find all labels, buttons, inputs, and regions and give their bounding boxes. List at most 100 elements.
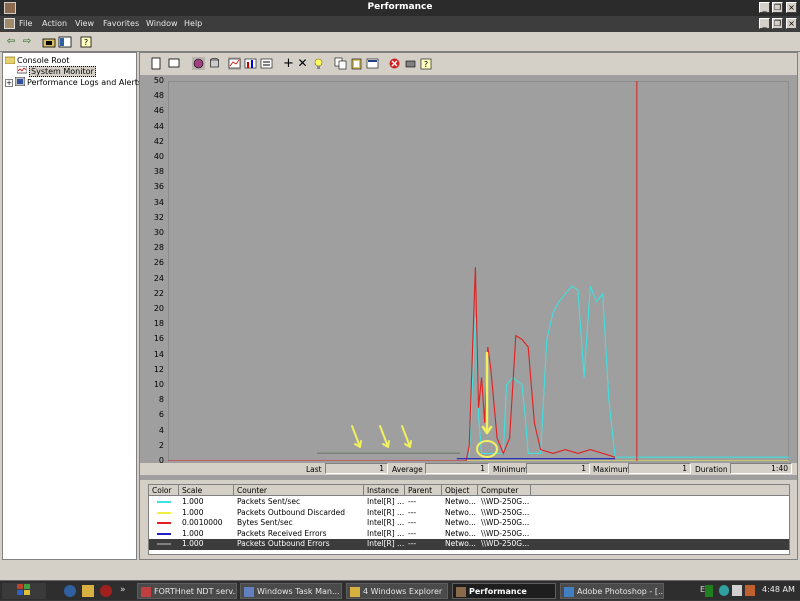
counter-row[interactable]: 1.000 Packets Received Errors Intel[R] ...… bbox=[149, 529, 789, 540]
tree-item-system-monitor[interactable]: System Monitor bbox=[16, 65, 96, 77]
clear-display-icon[interactable] bbox=[168, 57, 181, 70]
menu-window[interactable]: Window bbox=[146, 19, 178, 28]
table-header: Color Scale Counter Instance Parent Obje… bbox=[149, 485, 789, 496]
tree-label: Console Root bbox=[17, 56, 70, 65]
child-close-button[interactable]: × bbox=[786, 18, 797, 29]
cell-object: Netwo... bbox=[445, 539, 476, 548]
sm-help-icon[interactable]: ? bbox=[420, 57, 433, 70]
view-report-icon[interactable] bbox=[260, 57, 273, 70]
counter-row[interactable]: 1.000 Packets Outbound Errors Intel[R] ...… bbox=[149, 539, 789, 550]
annotation-marks bbox=[351, 351, 498, 458]
cell-instance: Intel[R] ... bbox=[367, 507, 405, 517]
tree-item-console-root[interactable]: Console Root bbox=[4, 55, 70, 66]
tray-app-icon-2[interactable] bbox=[745, 585, 755, 596]
chevron-right-icon[interactable]: » bbox=[120, 585, 132, 597]
taskbar: » FORTHnet NDT serv... Windows Task Man..… bbox=[0, 580, 800, 600]
counter-row[interactable]: 1.000 Packets Outbound Discarded Intel[R] … bbox=[149, 508, 789, 519]
close-button[interactable]: × bbox=[786, 2, 797, 13]
cell-object: Netwo... bbox=[445, 497, 476, 506]
highlight-icon[interactable] bbox=[312, 57, 325, 70]
start-button[interactable] bbox=[2, 583, 46, 599]
cell-instance: Intel[R] ... bbox=[367, 528, 405, 538]
y-tick-label: 48 bbox=[153, 91, 164, 101]
app-quicklaunch-icon[interactable] bbox=[100, 585, 112, 597]
column-header-parent[interactable]: Parent bbox=[405, 485, 442, 496]
duration-label: Duration bbox=[695, 465, 728, 474]
tree-item-performance-logs[interactable]: + Performance Logs and Alerts bbox=[5, 76, 143, 88]
properties-icon[interactable] bbox=[366, 57, 379, 70]
menu-view[interactable]: View bbox=[75, 19, 94, 28]
expand-icon[interactable]: + bbox=[5, 79, 13, 87]
y-tick-label: 4 bbox=[158, 425, 164, 435]
battery-icon[interactable] bbox=[705, 585, 713, 597]
color-swatch bbox=[157, 501, 171, 503]
taskbar-button[interactable]: Windows Task Man... bbox=[240, 583, 342, 599]
cell-computer: \\WD-250G... bbox=[481, 528, 530, 538]
menu-action[interactable]: Action bbox=[42, 19, 67, 28]
graph-area[interactable]: 50 48 46 44 42 40 38 36 34 32 30 28 26 24 22 20 18 16 14 12… bbox=[140, 75, 797, 480]
counter-row[interactable]: 0.0010000 Bytes Sent/sec Intel[R] ... --- Ne… bbox=[149, 518, 789, 529]
add-counter-icon[interactable]: + bbox=[282, 57, 295, 70]
tree-label: Performance Logs and Alerts bbox=[27, 78, 143, 87]
help-icon[interactable]: ? bbox=[80, 35, 94, 49]
cell-computer: \\WD-250G... bbox=[481, 507, 530, 517]
column-header-counter[interactable]: Counter bbox=[234, 485, 364, 496]
taskbar-button[interactable]: 4 Windows Explorer bbox=[346, 583, 448, 599]
restore-button[interactable]: ❐ bbox=[772, 2, 783, 13]
last-label: Last bbox=[306, 465, 322, 474]
network-icon[interactable] bbox=[719, 585, 729, 596]
copy-properties-icon[interactable] bbox=[334, 57, 347, 70]
y-tick-label: 24 bbox=[153, 273, 164, 283]
clock[interactable]: 4:48 AM bbox=[762, 585, 795, 594]
column-header-object[interactable]: Object bbox=[442, 485, 478, 496]
browser-quicklaunch-icon[interactable] bbox=[64, 585, 76, 597]
annotation-arrow-3 bbox=[401, 425, 412, 448]
delete-counter-icon[interactable]: ✕ bbox=[296, 57, 309, 70]
back-arrow-icon[interactable]: ⇦ bbox=[4, 35, 18, 49]
taskbar-button[interactable]: Performance bbox=[452, 583, 556, 599]
counter-row[interactable]: 1.000 Packets Sent/sec Intel[R] ... --- Netw… bbox=[149, 497, 789, 508]
minimize-button[interactable]: _ bbox=[759, 2, 770, 13]
column-header-scale[interactable]: Scale bbox=[179, 485, 234, 496]
column-header-computer[interactable]: Computer bbox=[478, 485, 531, 496]
view-histogram-icon[interactable] bbox=[244, 57, 257, 70]
tray-app-icon[interactable] bbox=[732, 585, 742, 596]
view-graph-icon[interactable] bbox=[228, 57, 241, 70]
y-tick-label: 50 bbox=[153, 76, 164, 85]
task-app-icon bbox=[350, 587, 360, 597]
forward-arrow-icon[interactable]: ⇨ bbox=[20, 35, 34, 49]
menu-help[interactable]: Help bbox=[184, 19, 202, 28]
column-header-instance[interactable]: Instance bbox=[364, 485, 405, 496]
show-hide-tree-icon[interactable] bbox=[58, 35, 72, 49]
y-tick-label: 40 bbox=[153, 152, 164, 161]
cell-parent: --- bbox=[408, 528, 417, 538]
title-bar[interactable]: Performance _ ❐ × bbox=[0, 0, 800, 16]
up-folder-icon[interactable] bbox=[42, 35, 56, 49]
child-minimize-button[interactable]: _ bbox=[759, 18, 770, 29]
freeze-display-icon[interactable] bbox=[388, 57, 401, 70]
child-restore-button[interactable]: ❐ bbox=[772, 18, 783, 29]
y-tick-label: 42 bbox=[153, 136, 164, 146]
column-header-color[interactable]: Color bbox=[149, 485, 179, 496]
statistics-bar: Last 1 Average 1 Minimum 1 Maximum 1 Dur… bbox=[140, 463, 797, 475]
view-current-activity-icon[interactable] bbox=[192, 57, 205, 70]
document-icon[interactable] bbox=[4, 18, 15, 29]
system-monitor-pane: + ✕ ? 50 48 46 44 42 40 38 36 34 32 30 28 26 24 22 20 18… bbox=[139, 52, 798, 560]
view-log-data-icon[interactable] bbox=[208, 57, 221, 70]
cell-parent: --- bbox=[408, 539, 417, 548]
performance-graph[interactable] bbox=[168, 81, 789, 461]
taskbar-button[interactable]: Adobe Photoshop - [... bbox=[560, 583, 664, 599]
y-tick-label: 30 bbox=[153, 228, 164, 237]
taskbar-button[interactable]: FORTHnet NDT serv... bbox=[137, 583, 237, 599]
cell-counter: Packets Outbound Discarded bbox=[237, 507, 345, 517]
series-line-packets-sent-sec bbox=[168, 285, 789, 461]
update-data-icon[interactable] bbox=[404, 57, 417, 70]
color-swatch bbox=[157, 532, 171, 535]
minimum-label: Minimum bbox=[493, 465, 528, 474]
menu-file[interactable]: File bbox=[19, 19, 32, 28]
cell-parent: --- bbox=[408, 518, 417, 527]
menu-favorites[interactable]: Favorites bbox=[103, 19, 139, 28]
folder-quicklaunch-icon[interactable] bbox=[82, 585, 94, 597]
paste-counter-list-icon[interactable] bbox=[350, 57, 363, 70]
new-counter-set-icon[interactable] bbox=[150, 57, 163, 70]
